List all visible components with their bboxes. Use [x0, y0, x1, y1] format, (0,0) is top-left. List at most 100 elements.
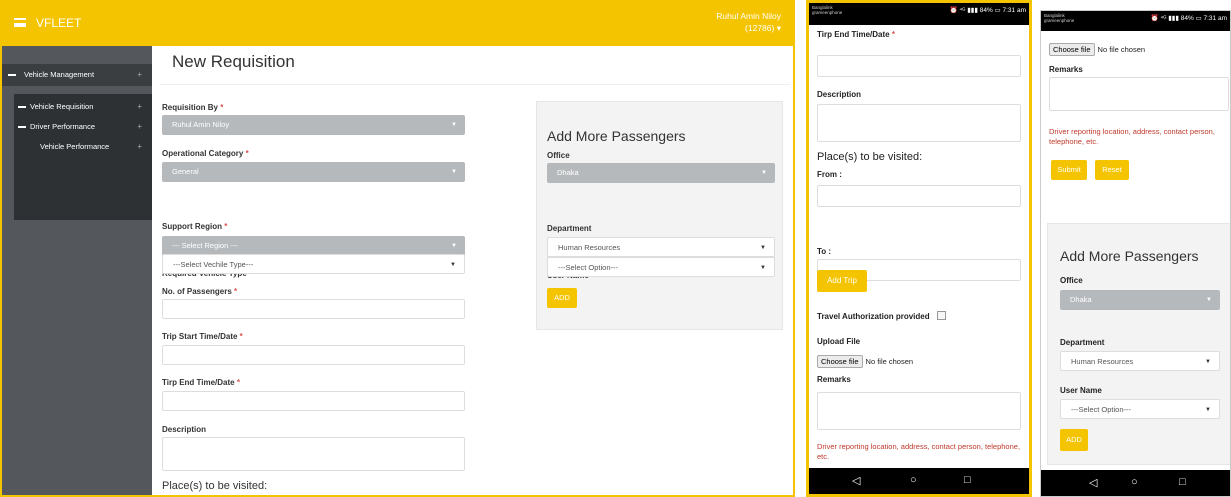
vehicle-type-select[interactable]: ---Select Vechile Type--- ▼	[162, 254, 465, 274]
file-status: No file chosen	[865, 357, 914, 366]
add-trip-button[interactable]: Add Trip	[817, 270, 867, 292]
sidebar-item-vehicle-requisition[interactable]: Vehicle Requisition +	[14, 98, 152, 116]
status-bar: Banglalink grameenphone ⏰ ⁴ᴳ ▮▮▮ 84% ▭ 7…	[1041, 11, 1230, 31]
add-more-title: Add More Passengers	[1060, 248, 1199, 264]
recent-apps-icon[interactable]: □	[1179, 476, 1186, 488]
office-select[interactable]: Dhaka ▼	[1060, 290, 1220, 310]
caret-down-icon: ▼	[760, 245, 766, 251]
caret-down-icon: ▼	[450, 262, 456, 268]
android-nav-bar: ◁ ○ □	[1041, 470, 1230, 496]
file-picker: Choose file No file chosen	[1049, 39, 1145, 57]
support-region-label: Support Region *	[162, 222, 228, 231]
sidebar-item-vehicle-management[interactable]: Vehicle Management +	[2, 64, 152, 86]
support-region-select[interactable]: --- Select Region --- ▼	[162, 236, 465, 256]
remarks-hint: Driver reporting location, address, cont…	[1049, 127, 1215, 146]
android-nav-bar: ◁ ○ □	[809, 468, 1029, 494]
user-menu[interactable]: Ruhul Amin Niloy (12786) ▾	[716, 10, 781, 34]
caret-down-icon: ▼	[760, 265, 766, 271]
username-select[interactable]: ---Select Option--- ▼	[1060, 399, 1220, 419]
username-select[interactable]: ---Select Option--- ▼	[547, 257, 775, 277]
caret-down-icon: ▼	[1205, 407, 1211, 413]
add-more-title: Add More Passengers	[547, 128, 686, 144]
remarks-textarea[interactable]	[1049, 77, 1229, 111]
plus-icon: +	[137, 122, 142, 131]
divider	[160, 84, 790, 85]
caret-down-icon: ▼	[451, 169, 457, 175]
home-icon[interactable]: ○	[910, 474, 917, 486]
requisition-by-select[interactable]: Ruhul Amin Niloy ▼	[162, 115, 465, 135]
trip-end-label: Tirp End Time/Date *	[162, 378, 240, 387]
sidebar-item-label: Vehicle Requisition	[30, 102, 94, 111]
sidebar-item-vehicle-performance[interactable]: Vehicle Performance +	[14, 138, 152, 156]
department-select[interactable]: Human Resources ▼	[1060, 351, 1220, 371]
to-label: To :	[817, 247, 832, 256]
status-bar: Banglalink grameenphone ⏰ ⁴ᴳ ▮▮▮ 84% ▭ 7…	[809, 3, 1029, 25]
home-icon[interactable]: ○	[1131, 476, 1138, 488]
passengers-label: No. of Passengers *	[162, 287, 238, 296]
app-brand[interactable]: VFLEET	[36, 16, 81, 30]
back-icon[interactable]: ◁	[852, 474, 860, 487]
department-label: Department	[547, 224, 592, 233]
operational-category-select[interactable]: General ▼	[162, 162, 465, 182]
page-title: New Requisition	[172, 52, 295, 71]
description-label: Description	[162, 425, 207, 434]
status-icons: ⏰ ⁴ᴳ ▮▮▮ 84% ▭ 7:31 am	[949, 7, 1026, 14]
remarks-label: Remarks	[1049, 65, 1083, 74]
office-select[interactable]: Dhaka ▼	[547, 163, 775, 183]
recent-apps-icon[interactable]: □	[964, 474, 971, 486]
description-textarea[interactable]	[162, 437, 465, 471]
top-bar: VFLEET Ruhul Amin Niloy (12786) ▾	[2, 2, 793, 46]
sidebar-item-label: Vehicle Management	[24, 70, 95, 79]
travel-authorization-checkbox[interactable]	[937, 311, 946, 320]
from-label: From :	[817, 170, 842, 179]
submit-button[interactable]: Submit	[1051, 160, 1087, 180]
user-id: (12786)	[745, 23, 775, 33]
plus-icon: +	[137, 102, 142, 111]
office-label: Office	[1060, 276, 1083, 285]
trip-end-input[interactable]	[817, 55, 1021, 77]
caret-down-icon: ▼	[761, 170, 767, 176]
remarks-hint: Driver reporting location, address, cont…	[817, 442, 1021, 461]
plus-icon: +	[137, 70, 142, 79]
file-picker: Choose file No file chosen	[817, 351, 913, 369]
minus-icon	[8, 74, 16, 76]
plus-icon: +	[137, 142, 142, 151]
back-icon[interactable]: ◁	[1089, 476, 1097, 489]
sidebar-item-driver-performance[interactable]: Driver Performance +	[14, 118, 152, 136]
caret-down-icon: ▼	[1205, 359, 1211, 365]
passengers-input[interactable]	[162, 299, 465, 319]
choose-file-button[interactable]: Choose file	[817, 355, 863, 368]
reset-button[interactable]: Reset	[1095, 160, 1129, 180]
add-passenger-button[interactable]: ADD	[547, 288, 577, 308]
sidebar-item-label: Vehicle Performance	[40, 142, 110, 151]
add-passenger-button[interactable]: ADD	[1060, 429, 1088, 451]
places-heading: Place(s) to be visited:	[817, 151, 923, 163]
trip-end-input[interactable]	[162, 391, 465, 411]
department-label: Department	[1060, 338, 1105, 347]
from-input[interactable]	[817, 185, 1021, 207]
trip-start-input[interactable]	[162, 345, 465, 365]
desktop-view: VFLEET Ruhul Amin Niloy (12786) ▾ Vehicl…	[0, 0, 795, 497]
hamburger-menu-icon[interactable]	[14, 18, 26, 27]
phone-view-1: Banglalink grameenphone ⏰ ⁴ᴳ ▮▮▮ 84% ▭ 7…	[806, 0, 1032, 497]
sidebar: Vehicle Management + Vehicle Requisition…	[2, 46, 152, 495]
remarks-label: Remarks	[817, 375, 851, 384]
sidebar-submenu: Vehicle Requisition + Driver Performance…	[14, 94, 152, 220]
user-name: Ruhul Amin Niloy	[716, 11, 781, 21]
department-select[interactable]: Human Resources ▼	[547, 237, 775, 257]
requisition-by-label: Requisition By *	[162, 103, 224, 112]
caret-down-icon: ▼	[451, 122, 457, 128]
trip-start-label: Trip Start Time/Date *	[162, 332, 243, 341]
minus-icon	[18, 106, 26, 109]
minus-icon	[18, 126, 26, 129]
choose-file-button[interactable]: Choose file	[1049, 43, 1095, 56]
username-label: User Name	[1060, 386, 1102, 395]
upload-file-label: Upload File	[817, 337, 861, 346]
operational-category-label: Operational Category *	[162, 149, 249, 158]
description-label: Description	[817, 90, 862, 99]
sidebar-item-label: Driver Performance	[30, 122, 96, 131]
carrier-label: Banglalink grameenphone	[1044, 13, 1075, 23]
description-textarea[interactable]	[817, 104, 1021, 142]
remarks-textarea[interactable]	[817, 392, 1021, 430]
add-more-passengers-panel: Add More Passengers Office Dhaka ▼ Depart…	[536, 101, 783, 330]
